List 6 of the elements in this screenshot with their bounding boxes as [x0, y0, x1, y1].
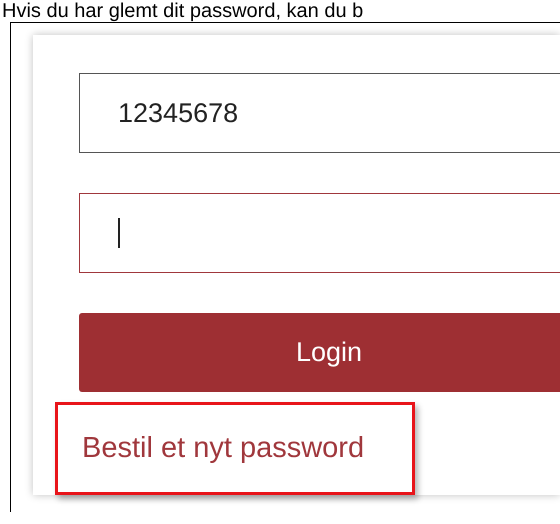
input-field[interactable]: 12345678 [79, 73, 560, 153]
text-cursor [118, 218, 120, 248]
caption-text: Hvis du har glemt dit password, kan du b [1, 0, 364, 22]
input-field[interactable] [79, 193, 560, 273]
forgot-password-link[interactable]: Bestil et nyt password [82, 432, 364, 465]
login-button[interactable]: Login [79, 313, 560, 392]
